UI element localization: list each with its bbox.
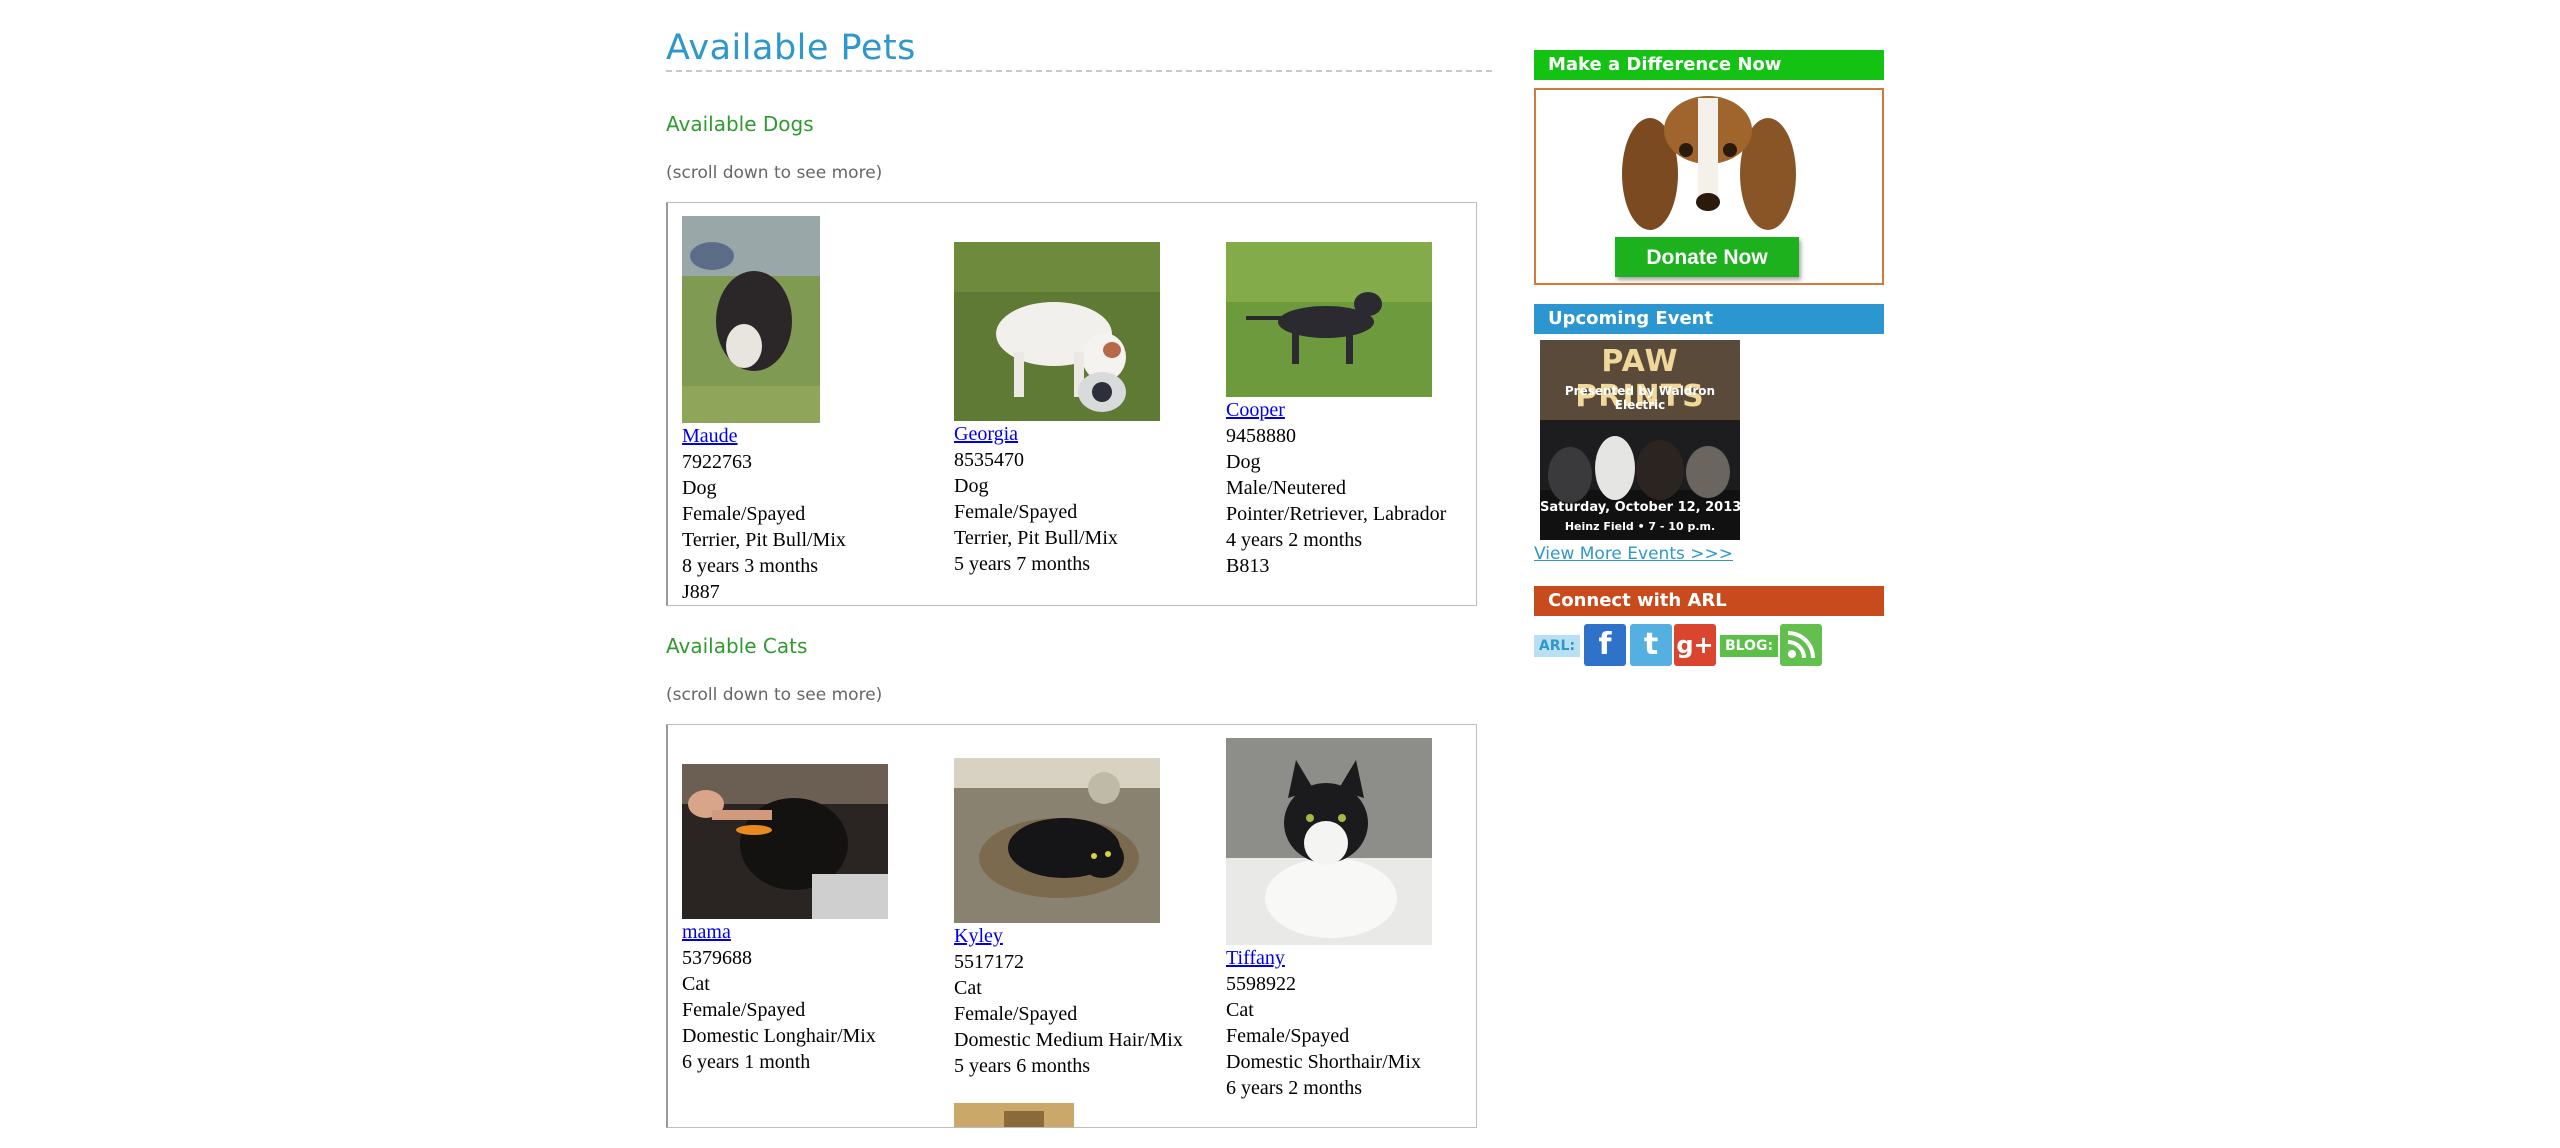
pet-id: 5598922: [1226, 973, 1296, 995]
pet-species: Dog: [1226, 451, 1261, 473]
pet-breed: Domestic Longhair/Mix: [682, 1025, 876, 1047]
facebook-icon[interactable]: f: [1584, 624, 1626, 666]
pet-breed: Terrier, Pit Bull/Mix: [954, 527, 1118, 549]
pet-photo-partial[interactable]: [954, 1103, 1074, 1128]
beagle-image: [1622, 96, 1796, 235]
pet-sex: Male/Neutered: [1226, 477, 1346, 499]
pet-kennel: J887: [682, 581, 720, 603]
pet-name-link-kyley[interactable]: Kyley: [954, 923, 1226, 949]
google-plus-icon[interactable]: g+: [1674, 624, 1716, 666]
blog-label: BLOG:: [1720, 635, 1778, 657]
event-header: Upcoming Event: [1534, 304, 1884, 334]
pet-card-cooper: Cooper 9458880 Dog Male/Neutered Pointer…: [1226, 242, 1476, 579]
dogs-heading: Available Dogs: [666, 112, 814, 136]
arl-label: ARL:: [1534, 635, 1580, 657]
cats-scroll-note: (scroll down to see more): [666, 685, 883, 705]
pet-sex: Female/Spayed: [682, 503, 806, 525]
poster-venue: Heinz Field • 7 - 10 p.m.: [1564, 520, 1716, 533]
pet-photo-tiffany[interactable]: [1226, 738, 1432, 945]
pet-photo-mama[interactable]: [682, 764, 888, 919]
pet-breed: Domestic Shorthair/Mix: [1226, 1051, 1421, 1073]
pet-photo-cooper[interactable]: [1226, 242, 1432, 397]
view-more-events-link[interactable]: View More Events >>>: [1534, 544, 1733, 564]
cats-listing[interactable]: mama 5379688 Cat Female/Spayed Domestic …: [666, 724, 1477, 1128]
pet-id: 5517172: [954, 951, 1024, 973]
pet-card-mama: mama 5379688 Cat Female/Spayed Domestic …: [682, 764, 954, 1075]
dogs-scroll-note: (scroll down to see more): [666, 163, 883, 183]
pet-sex: Female/Spayed: [682, 999, 806, 1021]
pet-species: Dog: [954, 475, 989, 497]
pet-kennel: B813: [1226, 555, 1270, 577]
pet-age: 4 years 2 months: [1226, 529, 1363, 551]
pet-age: 6 years 2 months: [1226, 1077, 1363, 1099]
pet-card-maude: Maude 7922763 Dog Female/Spayed Terrier,…: [682, 216, 954, 605]
page-title: Available Pets: [666, 28, 916, 68]
poster-date: Saturday, October 12, 2013: [1540, 500, 1742, 515]
title-divider: [666, 70, 1492, 72]
event-poster[interactable]: PAW PRINTS Presented by Waldron Electric…: [1540, 340, 1742, 540]
pet-id: 7922763: [682, 451, 752, 473]
pet-name-link-georgia[interactable]: Georgia: [954, 421, 1226, 447]
donate-now-button[interactable]: Donate Now: [1615, 237, 1799, 277]
pet-photo-kyley[interactable]: [954, 758, 1160, 923]
pet-photo-georgia[interactable]: [954, 242, 1160, 421]
pet-breed: Pointer/Retriever, Labrador: [1226, 503, 1447, 525]
pet-id: 9458880: [1226, 425, 1296, 447]
pet-sex: Female/Spayed: [1226, 1025, 1350, 1047]
pet-breed: Domestic Medium Hair/Mix: [954, 1029, 1183, 1051]
pet-species: Cat: [1226, 999, 1254, 1021]
pet-species: Cat: [682, 973, 710, 995]
pet-name-link-tiffany[interactable]: Tiffany: [1226, 945, 1476, 971]
pet-species: Dog: [682, 477, 717, 499]
pet-age: 5 years 6 months: [954, 1055, 1091, 1077]
poster-sponsor: Presented by Waldron Electric: [1564, 384, 1716, 412]
pet-sex: Female/Spayed: [954, 1003, 1078, 1025]
pet-name-link-maude[interactable]: Maude: [682, 423, 954, 449]
pet-species: Cat: [954, 977, 982, 999]
pet-card-tiffany: Tiffany 5598922 Cat Female/Spayed Domest…: [1226, 738, 1476, 1101]
donate-banner[interactable]: Donate Now: [1534, 88, 1884, 285]
pet-name-link-mama[interactable]: mama: [682, 919, 954, 945]
pet-photo-maude[interactable]: [682, 216, 820, 423]
dogs-listing[interactable]: Maude 7922763 Dog Female/Spayed Terrier,…: [666, 202, 1477, 606]
donate-header: Make a Difference Now: [1534, 50, 1884, 80]
pet-sex: Female/Spayed: [954, 501, 1078, 523]
pet-name-link-cooper[interactable]: Cooper: [1226, 397, 1476, 423]
pet-card-kyley: Kyley 5517172 Cat Female/Spayed Domestic…: [954, 758, 1226, 1079]
pet-card-georgia: Georgia 8535470 Dog Female/Spayed Terrie…: [954, 242, 1226, 577]
pet-age: 8 years 3 months: [682, 555, 819, 577]
twitter-icon[interactable]: t: [1630, 624, 1672, 666]
pet-id: 5379688: [682, 947, 752, 969]
pet-age: 6 years 1 month: [682, 1051, 811, 1073]
pet-breed: Terrier, Pit Bull/Mix: [682, 529, 846, 551]
pet-age: 5 years 7 months: [954, 553, 1091, 575]
pet-id: 8535470: [954, 449, 1024, 471]
cats-heading: Available Cats: [666, 634, 808, 658]
connect-header: Connect with ARL: [1534, 586, 1884, 616]
rss-icon[interactable]: [1780, 624, 1822, 666]
